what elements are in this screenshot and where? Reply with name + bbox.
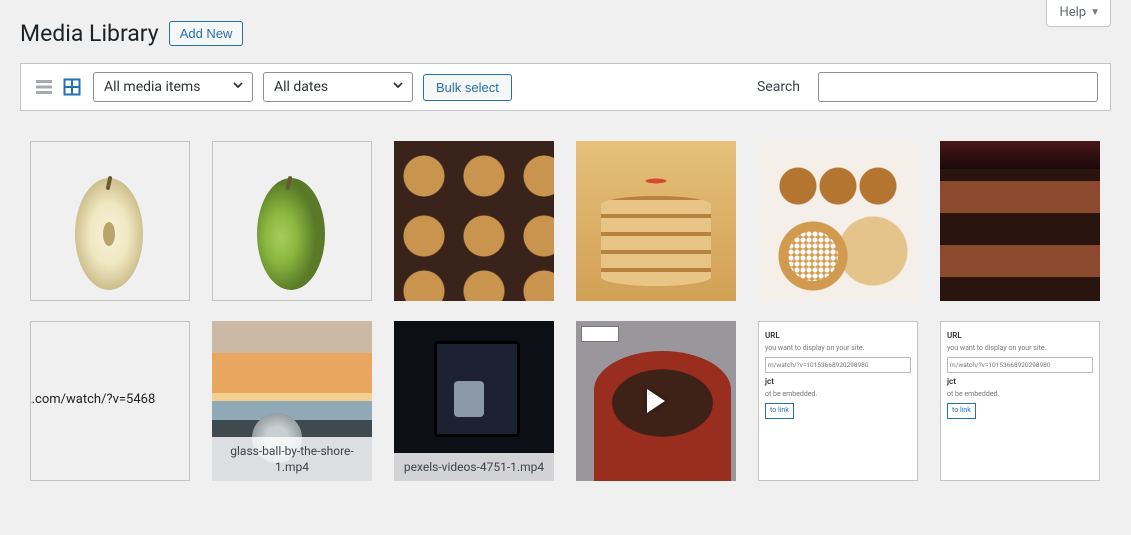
media-item[interactable]: URL you want to display on your site. m/… [940, 321, 1100, 481]
chevron-down-icon: ▼ [1090, 7, 1100, 18]
media-type-selected: All media items [104, 79, 200, 95]
view-grid-icon[interactable] [61, 76, 83, 98]
media-caption: pexels-videos-4751-1.mp4 [394, 453, 554, 481]
media-item[interactable]: URL you want to display on your site. m/… [758, 321, 918, 481]
date-selected: All dates [274, 79, 328, 95]
media-item[interactable] [394, 141, 554, 301]
media-item[interactable]: pexels-videos-4751-1.mp4 [394, 321, 554, 481]
play-icon [647, 389, 665, 413]
media-grid: ebook.com/watch/?v=5468 glass-ball-by-th… [20, 131, 1111, 501]
bulk-select-button[interactable]: Bulk select [423, 74, 512, 101]
media-snippet-text: ebook.com/watch/?v=5468 [30, 392, 155, 407]
media-item[interactable]: Write caption... [576, 321, 736, 481]
media-item[interactable] [940, 141, 1100, 301]
help-tab[interactable]: Help ▼ [1046, 0, 1111, 27]
chevron-down-icon [232, 79, 244, 95]
search-input[interactable] [818, 72, 1098, 102]
media-toolbar: All media items All dates Bulk select Se… [20, 63, 1111, 111]
view-list-icon[interactable] [33, 76, 55, 98]
date-filter[interactable]: All dates [263, 72, 413, 102]
page-title: Media Library [20, 20, 159, 47]
media-item[interactable] [212, 141, 372, 301]
media-item[interactable] [30, 141, 190, 301]
media-type-filter[interactable]: All media items [93, 72, 253, 102]
chevron-down-icon [392, 79, 404, 95]
add-new-button[interactable]: Add New [169, 21, 244, 46]
media-caption: glass-ball-by-the-shore-1.mp4 [212, 437, 372, 481]
media-item[interactable] [576, 141, 736, 301]
help-label: Help [1059, 5, 1086, 20]
search-label: Search [757, 79, 800, 95]
media-item[interactable]: glass-ball-by-the-shore-1.mp4 [212, 321, 372, 481]
media-item[interactable] [758, 141, 918, 301]
media-item[interactable]: ebook.com/watch/?v=5468 [30, 321, 190, 481]
